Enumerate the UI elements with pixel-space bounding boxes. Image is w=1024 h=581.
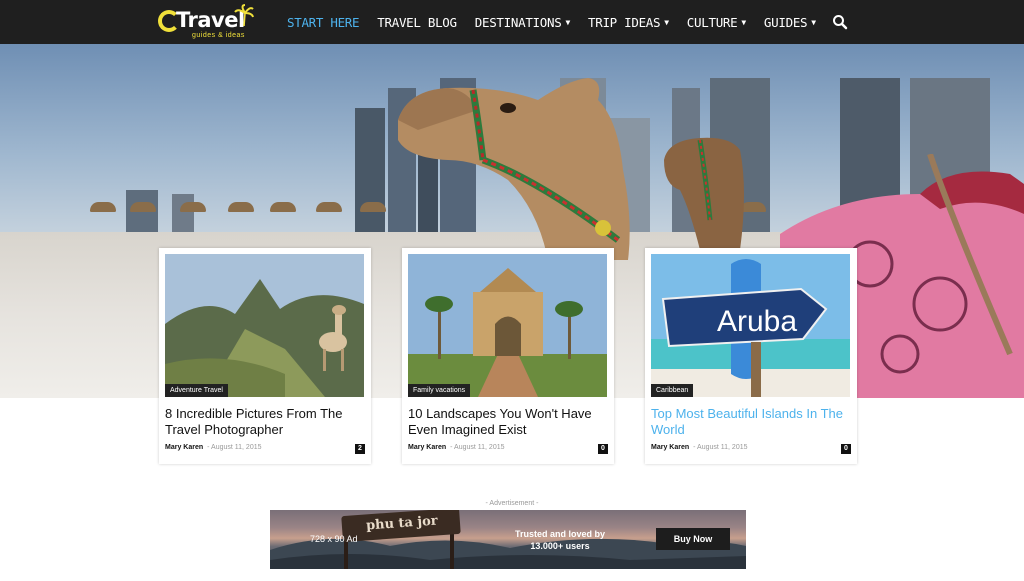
umbrella-icon bbox=[270, 202, 296, 212]
umbrella-icon bbox=[360, 202, 386, 212]
main-navigation: Start here Travel blog Destinations ▼ Tri… bbox=[287, 0, 834, 44]
advertisement-label: - Advertisement - bbox=[485, 500, 539, 507]
logo-tagline: guides & ideas bbox=[192, 32, 245, 39]
article-thumbnail[interactable]: Family vacations bbox=[408, 254, 607, 397]
nav-destinations[interactable]: Destinations ▼ bbox=[475, 15, 571, 30]
article-thumbnail[interactable]: Adventure Travel bbox=[165, 254, 364, 397]
umbrella-icon bbox=[130, 202, 156, 212]
nav-guides[interactable]: Guides ▼ bbox=[764, 15, 816, 30]
aruba-sign-image: Aruba bbox=[651, 254, 850, 397]
article-card[interactable]: Family vacations 10 Landscapes You Won't… bbox=[402, 248, 614, 464]
ad-trust-line: Trusted and loved by bbox=[514, 529, 606, 539]
top-header: Travel guides & ideas Start here Travel … bbox=[0, 0, 1024, 44]
sign-text: Aruba bbox=[717, 305, 797, 338]
camel-illustration bbox=[664, 137, 744, 250]
chevron-down-icon: ▼ bbox=[664, 17, 669, 27]
ad-trust-line: 13.000+ users bbox=[530, 541, 590, 551]
umbrella-icon bbox=[228, 202, 254, 212]
comment-count-badge[interactable]: 0 bbox=[841, 444, 851, 454]
author-name[interactable]: Mary Karen bbox=[408, 444, 446, 451]
article-title[interactable]: 8 Incredible Pictures From The Travel Ph… bbox=[165, 406, 361, 438]
article-meta: Mary Karen - August 11, 2015 bbox=[651, 444, 748, 451]
nav-trip-ideas[interactable]: Trip ideas ▼ bbox=[588, 15, 669, 30]
monument-image bbox=[408, 254, 607, 397]
mountain-llama-image bbox=[165, 254, 364, 397]
comment-count-badge[interactable]: 2 bbox=[355, 444, 365, 454]
author-name[interactable]: Mary Karen bbox=[651, 444, 689, 451]
chevron-down-icon: ▼ bbox=[565, 17, 570, 27]
publish-date: August 11, 2015 bbox=[211, 444, 262, 451]
nav-travel-blog[interactable]: Travel blog bbox=[377, 15, 457, 30]
chevron-down-icon: ▼ bbox=[741, 17, 746, 27]
article-meta: Mary Karen - August 11, 2015 bbox=[165, 444, 262, 451]
article-meta: Mary Karen - August 11, 2015 bbox=[408, 444, 505, 451]
umbrella-icon bbox=[90, 202, 116, 212]
publish-date: August 11, 2015 bbox=[454, 444, 505, 451]
nav-culture[interactable]: Culture ▼ bbox=[687, 15, 746, 30]
advertisement-banner[interactable]: phu ta jor 728 x 90 Ad Trusted and loved… bbox=[270, 510, 746, 569]
category-badge[interactable]: Caribbean bbox=[651, 384, 694, 397]
skyline-building bbox=[126, 190, 158, 238]
umbrella-icon bbox=[180, 202, 206, 212]
chevron-down-icon: ▼ bbox=[811, 17, 816, 27]
article-thumbnail[interactable]: Aruba Caribbean bbox=[651, 254, 850, 397]
nav-start-here[interactable]: Start here bbox=[287, 15, 360, 30]
publish-date: August 11, 2015 bbox=[697, 444, 748, 451]
search-icon[interactable] bbox=[832, 14, 848, 30]
article-title[interactable]: Top Most Beautiful Islands In The World bbox=[651, 406, 847, 438]
ad-size-text: 728 x 90 Ad bbox=[310, 534, 358, 544]
ad-trust-text: Trusted and loved by 13.000+ users bbox=[490, 528, 630, 552]
skyline-building bbox=[355, 108, 385, 238]
category-badge[interactable]: Family vacations bbox=[408, 384, 471, 397]
article-title[interactable]: 10 Landscapes You Won't Have Even Imagin… bbox=[408, 406, 604, 438]
article-card[interactable]: Aruba Caribbean Top Most Beautiful Islan… bbox=[645, 248, 857, 464]
palm-tree-icon bbox=[234, 4, 254, 26]
article-card[interactable]: Adventure Travel 8 Incredible Pictures F… bbox=[159, 248, 371, 464]
camel-illustration bbox=[398, 78, 630, 260]
buy-now-button[interactable]: Buy Now bbox=[656, 528, 730, 550]
site-logo[interactable]: Travel guides & ideas bbox=[158, 4, 254, 40]
umbrella-icon bbox=[316, 202, 342, 212]
author-name[interactable]: Mary Karen bbox=[165, 444, 203, 451]
comment-count-badge[interactable]: 0 bbox=[598, 444, 608, 454]
category-badge[interactable]: Adventure Travel bbox=[165, 384, 228, 397]
